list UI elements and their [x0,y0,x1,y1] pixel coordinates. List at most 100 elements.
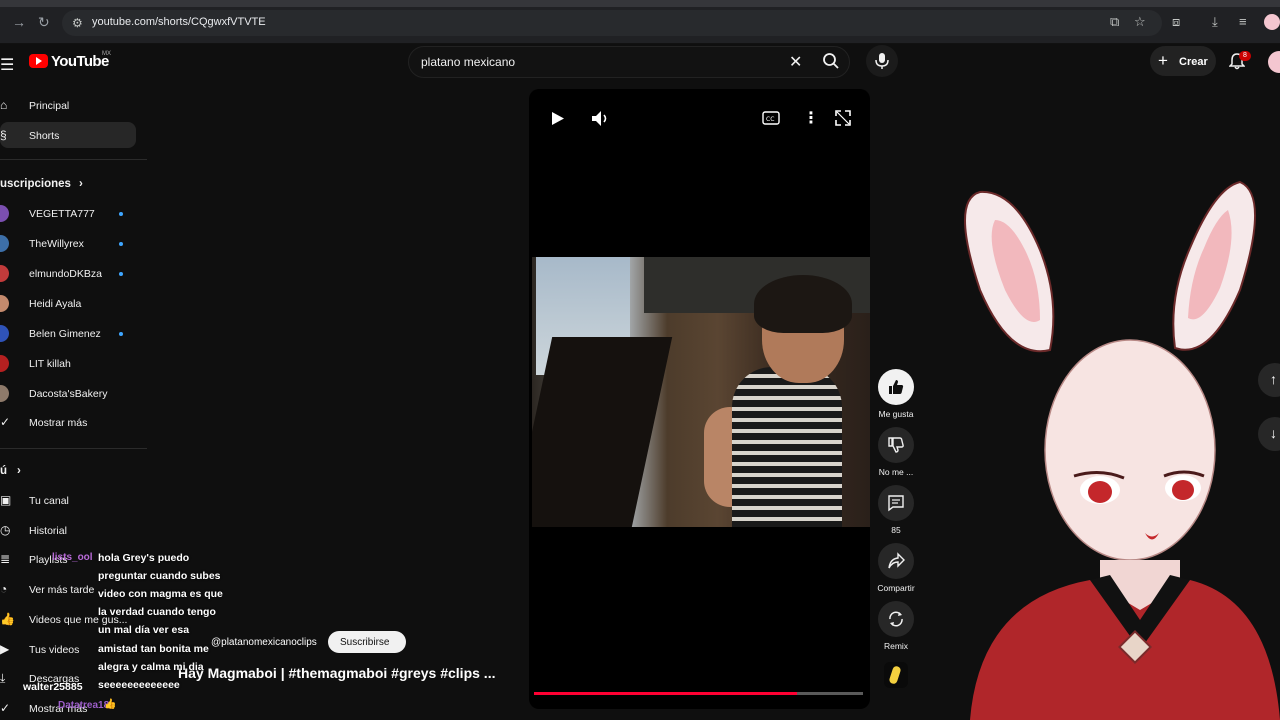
profile-avatar[interactable] [1264,14,1280,30]
remix-label: Remix [883,641,909,651]
foreground-person [532,337,673,527]
chevron-right-icon: › [17,465,21,477]
channel-handle[interactable]: @platanomexicanoclips [211,637,317,648]
show-more-subscriptions-button[interactable]: ✓ Mostrar más [0,409,140,435]
remix-icon [889,611,903,627]
subscription-name: elmundoDKBza [29,268,102,280]
extensions-icon[interactable]: ⧈ [1172,14,1180,30]
subscription-item[interactable]: LIT killah [0,350,140,376]
reading-list-icon[interactable]: ≡ [1239,14,1247,29]
like-button[interactable] [878,369,914,405]
fullscreen-icon[interactable] [835,110,851,126]
share-icon [888,552,905,569]
new-content-dot [119,272,123,276]
download-icon: ⤓ [0,671,6,686]
chevron-down-icon: ✓ [0,415,11,429]
forward-icon[interactable]: → [12,14,26,30]
browser-toolbar: → ↻ ⚙ youtube.com/shorts/CQgwxfVTVTE ⧉ ☆… [0,0,1280,44]
subscription-name: VEGETTA777 [29,208,95,220]
chat-message-line: la verdad cuando tengo [98,606,216,619]
sidebar-item-label: Historial [29,524,67,537]
dislike-button[interactable] [878,427,914,463]
play-icon[interactable] [551,111,565,126]
sidebar-divider [0,448,147,449]
new-content-dot [119,242,123,246]
url-text[interactable]: youtube.com/shorts/CQgwxfVTVTE [92,16,266,28]
you-heading[interactable]: ú › [0,465,21,477]
youtube-logo-icon[interactable] [29,54,48,68]
comment-icon [888,495,904,512]
sidebar-item-label: Tu canal [29,495,69,507]
site-info-icon[interactable]: ⚙ [72,16,83,30]
striped-shirt [732,367,842,527]
bookmark-star-icon[interactable]: ☆ [1134,14,1146,30]
thumbs-up-icon [889,380,904,394]
sidebar-item-principal[interactable]: ⌂ Principal [0,92,140,118]
reload-icon[interactable]: ↻ [38,14,50,31]
subscription-item[interactable]: elmundoDKBza [0,260,140,286]
chat-message-line: video con magma es que [98,588,223,601]
vtuber-bunny-avatar [964,180,1280,720]
sidebar-item-shorts[interactable]: § Shorts [0,122,136,148]
subscription-item[interactable]: TheWillyrex [0,230,140,256]
subscription-name: TheWillyrex [29,238,84,250]
thumbs-down-icon [888,437,904,453]
video-progress-fill [534,692,798,695]
menu-icon[interactable]: ☰ [0,55,14,75]
channel-avatar [0,205,9,222]
subscription-item[interactable]: Heidi Ayala [0,290,140,316]
install-app-icon[interactable]: ⧉ [1110,14,1119,30]
show-more-label: Mostrar más [29,417,88,429]
microphone-icon [875,53,889,69]
voice-search-button[interactable] [866,45,898,77]
watch-later-icon: ◔ [0,582,8,597]
subscribe-button[interactable]: Suscribirse [328,631,406,653]
chat-message-line: hola Grey's puedo [98,552,190,564]
subscriptions-heading[interactable]: uscripciones › [0,178,83,190]
short-title[interactable]: Hay Magmaboi | #themagmaboi #greys #clip… [178,665,495,681]
svg-text:CC: CC [766,116,774,123]
subscriptions-heading-label: uscripciones [0,178,71,190]
sidebar-item-channel[interactable]: ▣ Tu canal [0,487,140,513]
comments-button[interactable] [878,485,914,521]
sidebar-item-history[interactable]: ◷ Historial [0,517,140,543]
clear-search-icon[interactable]: ✕ [789,52,802,72]
create-label: Crear [1179,56,1208,68]
like-icon: 👍 [0,611,15,626]
video-frame[interactable] [532,257,870,527]
sidebar-divider [0,159,147,160]
search-input[interactable]: platano mexicano [421,55,515,69]
home-icon: ⌂ [0,98,8,112]
chat-message-line: amistad tan bonita me [98,642,209,655]
subscribe-label: Suscribirse [340,637,390,648]
chat-message-line: alegra y calma mi dia [98,660,204,673]
audio-thumbnail-banana-icon[interactable] [884,662,908,688]
account-avatar[interactable] [1268,51,1280,73]
shorts-icon: § [0,128,7,142]
channel-icon: ▣ [0,493,12,507]
chat-message-line: preguntar cuando subes [98,570,221,583]
search-icon[interactable] [822,52,840,70]
comments-count: 85 [891,525,901,535]
subscription-item[interactable]: VEGETTA777 [0,200,140,226]
subscription-item[interactable]: Belen Gimenez [0,320,140,346]
youtube-logo-text[interactable]: YouTube [51,53,109,70]
chat-username-2: Datatrea18 [58,700,110,711]
chat-overlay-name: lists_ool [52,552,93,563]
sidebar-item-label: Ver más tarde [29,584,95,597]
thumbs-up-emoji-icon: 👍 [104,699,117,710]
curly-hair [754,275,852,333]
sidebar-item-label: Principal [29,100,70,112]
chat-message-line: seeeeeeeeeeeee [98,678,180,691]
share-button[interactable] [878,543,914,579]
subscription-item[interactable]: Dacosta'sBakery [0,380,140,406]
remix-button[interactable] [878,601,914,637]
downloads-icon[interactable]: ⤓ [1212,14,1218,30]
channel-avatar [0,265,9,282]
captions-icon[interactable]: CC [762,111,780,125]
sidebar-item-label: Shorts [29,130,60,142]
more-options-icon[interactable]: ⋮ [803,108,819,128]
volume-icon[interactable] [591,110,609,127]
like-label: Me gusta [878,409,914,419]
history-icon: ◷ [0,522,11,537]
